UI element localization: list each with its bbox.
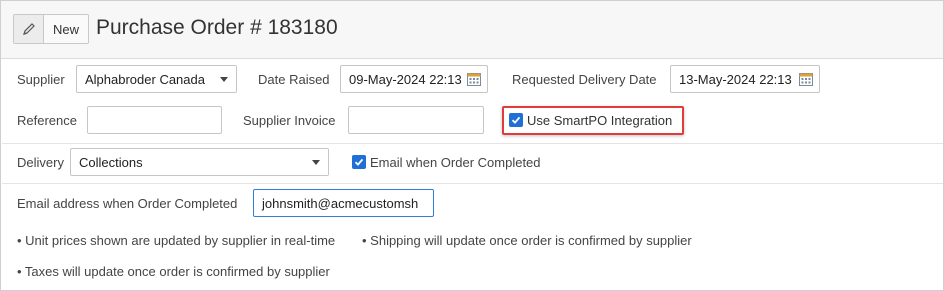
delivery-select[interactable]: Collections: [70, 148, 329, 176]
email-when-completed-label[interactable]: Email when Order Completed: [370, 155, 541, 170]
divider: [2, 143, 943, 144]
email-address-label: Email address when Order Completed: [17, 196, 238, 211]
delivery-label: Delivery: [17, 155, 64, 170]
requested-delivery-value: 13-May-2024 22:13: [679, 71, 792, 87]
email-address-input[interactable]: johnsmith@acmecustomsh: [253, 189, 434, 217]
checkmark-icon: [354, 158, 364, 166]
new-button-group[interactable]: New: [13, 14, 90, 44]
panel-header: New Purchase Order # 183180: [1, 1, 943, 59]
supplier-value: Alphabroder Canada: [85, 71, 205, 87]
calendar-icon[interactable]: [799, 72, 813, 86]
purchase-order-panel: New Purchase Order # 183180 Supplier Alp…: [0, 0, 944, 291]
smartpo-checkbox[interactable]: [509, 113, 523, 127]
requested-delivery-label: Requested Delivery Date: [512, 72, 657, 87]
supplier-invoice-label: Supplier Invoice: [243, 113, 336, 128]
smartpo-label[interactable]: Use SmartPO Integration: [527, 113, 672, 128]
reference-label: Reference: [17, 113, 77, 128]
chevron-down-icon: [220, 77, 228, 82]
requested-delivery-input[interactable]: 13-May-2024 22:13: [670, 65, 820, 93]
email-address-value: johnsmith@acmecustomsh: [262, 195, 419, 211]
supplier-label: Supplier: [17, 72, 65, 87]
divider: [2, 183, 943, 184]
new-button[interactable]: New: [44, 15, 89, 43]
delivery-value: Collections: [79, 154, 143, 170]
date-raised-input[interactable]: 09-May-2024 22:13: [340, 65, 488, 93]
calendar-icon[interactable]: [467, 72, 481, 86]
note-unit-prices: • Unit prices shown are updated by suppl…: [17, 233, 336, 248]
chevron-down-icon: [312, 160, 320, 165]
email-when-completed-checkbox[interactable]: [352, 155, 366, 169]
reference-input[interactable]: [87, 106, 222, 134]
note-shipping: • Shipping will update once order is con…: [362, 233, 692, 248]
pencil-icon[interactable]: [14, 15, 44, 43]
supplier-invoice-input[interactable]: [348, 106, 484, 134]
note-taxes: • Taxes will update once order is confir…: [17, 264, 330, 279]
supplier-select[interactable]: Alphabroder Canada: [76, 65, 237, 93]
date-raised-label: Date Raised: [258, 72, 330, 87]
checkmark-icon: [511, 116, 521, 124]
date-raised-value: 09-May-2024 22:13: [349, 71, 462, 87]
page-title: Purchase Order # 183180: [96, 16, 338, 39]
